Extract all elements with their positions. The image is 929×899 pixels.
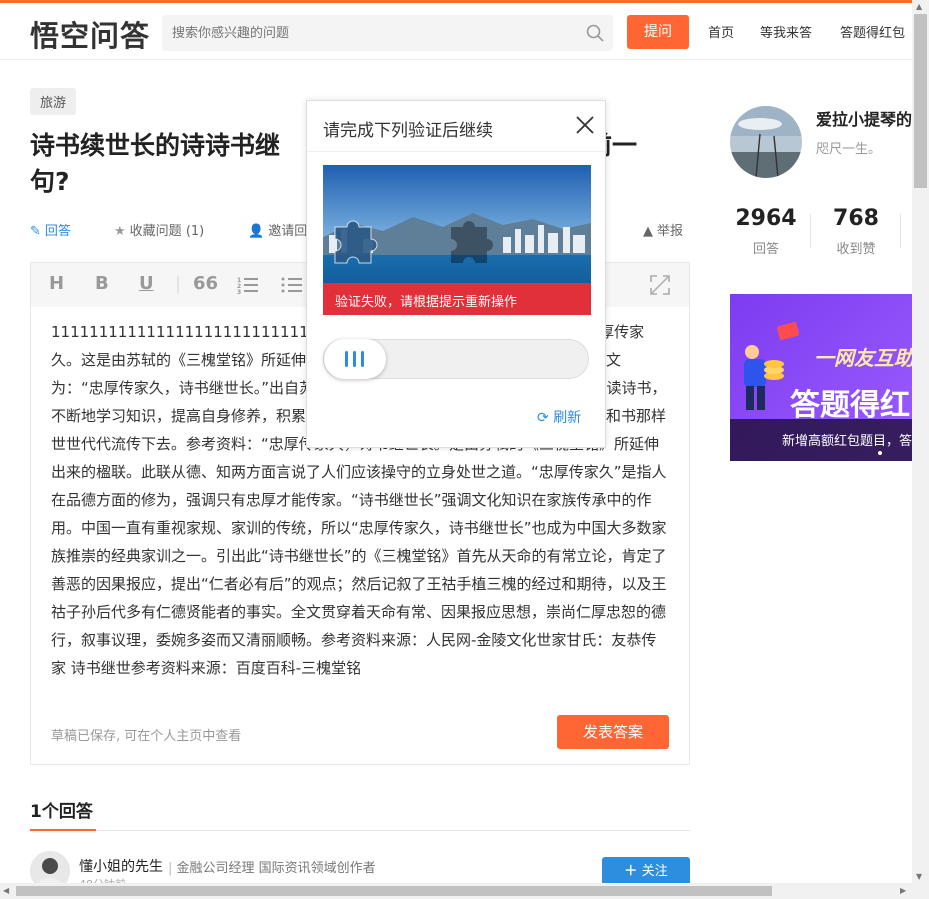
nav-home[interactable]: 首页	[708, 22, 734, 41]
stat-answers-value: 2964	[735, 206, 797, 231]
report-action[interactable]: ▲ 举报	[643, 220, 683, 239]
logo[interactable]: 悟空问答	[30, 13, 150, 55]
ordered-list-icon[interactable]: 123	[237, 276, 259, 294]
divider	[307, 151, 605, 152]
scroll-right-icon[interactable]: ▶	[900, 886, 906, 895]
banner-line1: 一网友互助	[814, 346, 912, 370]
header: 悟空问答 提问 首页 等我来答 答题得红包	[0, 3, 912, 60]
plus-icon: ＋	[624, 864, 642, 879]
slider-track[interactable]	[323, 339, 589, 379]
draft-note: 草稿已保存, 可在个人主页中查看	[51, 729, 242, 744]
answer-action-label: 回答	[44, 224, 71, 239]
banner-line3: 新增高额红包题目，答	[782, 434, 912, 449]
quote-button[interactable]: 66	[193, 273, 218, 294]
follow-label: 关注	[641, 864, 668, 879]
close-icon[interactable]	[575, 115, 595, 135]
invite-label: 邀请回	[268, 224, 308, 239]
question-title-line2: 句?	[30, 167, 70, 196]
refresh-button[interactable]: ⟳ 刷新	[537, 407, 581, 427]
nav-waiting[interactable]: 等我来答	[760, 22, 812, 41]
favorite-action[interactable]: ★ 收藏问题 (1)	[114, 220, 204, 239]
heading-button[interactable]: H	[49, 273, 64, 294]
fullscreen-icon[interactable]	[650, 275, 670, 295]
search-icon[interactable]	[585, 23, 605, 43]
promo-banner[interactable]: 一网友互助 答题得红 新增高额红包题目，答	[730, 294, 912, 461]
scroll-down-icon[interactable]: ▼	[916, 872, 922, 881]
horizontal-scrollbar[interactable]: ◀ ▶	[0, 883, 912, 899]
pencil-icon: ✎	[30, 224, 41, 239]
bullet-list-icon[interactable]	[281, 276, 303, 294]
ask-button[interactable]: 提问	[627, 15, 689, 49]
stat-divider	[900, 214, 901, 248]
banner-line2: 答题得红	[790, 388, 910, 423]
drag-grip-icon	[345, 351, 364, 367]
slider-handle[interactable]	[324, 339, 386, 379]
question-title-left: 诗书续世长的诗诗书继	[30, 131, 281, 160]
question-tag[interactable]: 旅游	[30, 88, 77, 115]
answer-count: 1个回答	[30, 802, 93, 822]
refresh-icon: ⟳	[537, 410, 549, 426]
stat-likes-label: 收到赞	[836, 242, 876, 257]
person-icon: 👤	[248, 224, 265, 239]
favorite-count: (1)	[185, 224, 205, 239]
author-bio: 咫尺一生。	[816, 142, 882, 157]
author-avatar[interactable]	[730, 106, 802, 178]
submit-answer-button[interactable]: 发表答案	[557, 715, 669, 749]
captcha-modal: 请完成下列验证后继续 验证失败，请根据提示重新操作 ⟳ 刷新	[306, 100, 606, 448]
star-icon: ★	[114, 224, 126, 239]
answer-action[interactable]: ✎ 回答	[30, 220, 71, 239]
search-box[interactable]	[162, 15, 613, 51]
error-message: 验证失败，请根据提示重新操作	[335, 295, 518, 310]
favorite-label: 收藏问题	[129, 224, 182, 239]
answerer-description: | 金融公司经理 国际资讯领域创作者	[168, 861, 376, 876]
search-input[interactable]	[172, 15, 572, 51]
active-underline	[30, 829, 96, 831]
captcha-puzzle-image: 验证失败，请根据提示重新操作	[323, 165, 591, 315]
divider	[30, 830, 690, 831]
author-name[interactable]: 爱拉小提琴的	[816, 106, 912, 130]
captcha-title: 请完成下列验证后继续	[323, 121, 493, 141]
svg-text:3: 3	[237, 289, 241, 294]
bold-button[interactable]: B	[95, 273, 109, 294]
nav-red-packet[interactable]: 答题得红包	[840, 22, 905, 41]
scroll-up-icon[interactable]: ▲	[916, 2, 922, 11]
answerer-name[interactable]: 懂小姐的先生	[79, 856, 163, 876]
answerer-description-text: 金融公司经理 国际资讯领域创作者	[176, 861, 376, 876]
stat-answers-label: 回答	[752, 242, 779, 257]
horizontal-scroll-thumb[interactable]	[16, 886, 772, 896]
error-banner: 验证失败，请根据提示重新操作	[323, 283, 591, 315]
refresh-label: 刷新	[553, 410, 582, 426]
stat-divider	[810, 214, 811, 248]
underline-button[interactable]: U	[139, 273, 154, 294]
invite-action[interactable]: 👤 邀请回	[248, 220, 307, 239]
scroll-left-icon[interactable]: ◀	[3, 886, 9, 895]
carousel-dot[interactable]	[878, 451, 882, 455]
stat-likes-value: 768	[833, 206, 879, 231]
report-label: 举报	[657, 224, 684, 239]
vertical-scroll-thumb[interactable]	[914, 14, 927, 188]
toolbar-divider: |	[175, 273, 182, 294]
vertical-scrollbar[interactable]: ▲ ▼	[912, 0, 929, 899]
warning-icon: ▲	[643, 224, 653, 239]
